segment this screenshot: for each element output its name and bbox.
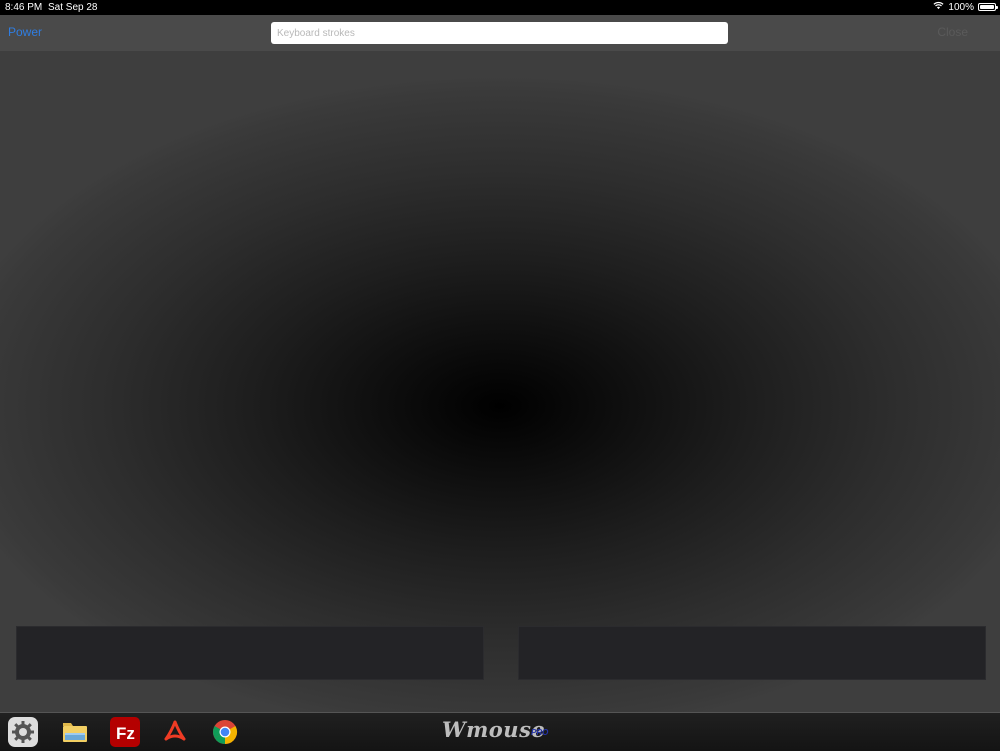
battery-fill <box>980 5 994 9</box>
status-bar: 8:46 PM Sat Sep 28 100% <box>0 0 1000 15</box>
left-click-button[interactable] <box>16 626 484 680</box>
status-right: 100% <box>933 1 998 13</box>
power-button[interactable]: Power <box>8 25 42 39</box>
navigation-bar: Power Close <box>0 15 1000 51</box>
touchpad-area[interactable] <box>0 51 1000 712</box>
battery-icon <box>978 3 998 11</box>
svg-text:Fz: Fz <box>116 724 135 743</box>
wifi-icon <box>933 1 944 13</box>
battery-percent: 100% <box>948 1 974 13</box>
filezilla-icon[interactable]: Fz <box>110 717 140 747</box>
status-time: 8:46 PM <box>5 2 43 13</box>
chrome-icon[interactable] <box>210 717 240 747</box>
wmouse-logo: Wmouse <box>442 717 546 742</box>
close-button[interactable]: Close <box>937 25 968 39</box>
acrobat-icon[interactable] <box>160 717 190 747</box>
status-date: Sat Sep 28 <box>48 2 98 13</box>
keyboard-strokes-input[interactable] <box>271 22 728 44</box>
wmouse-pro-badge: PRO <box>531 728 549 737</box>
right-click-button[interactable] <box>518 626 986 680</box>
file-explorer-icon[interactable] <box>60 717 90 747</box>
settings-gear-icon[interactable] <box>8 717 38 747</box>
app-dock: Fz Wmouse PRO <box>0 712 1000 751</box>
